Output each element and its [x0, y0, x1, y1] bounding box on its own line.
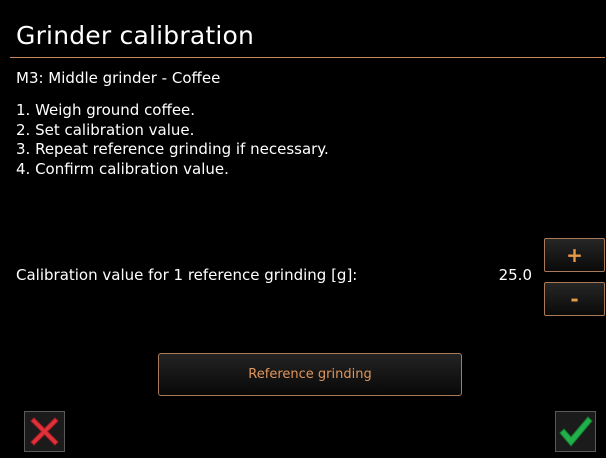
cancel-button[interactable]	[24, 411, 65, 452]
instruction-step-4: 4. Confirm calibration value.	[16, 159, 229, 178]
decrement-button[interactable]: -	[544, 282, 605, 316]
grinder-subtitle: M3: Middle grinder - Coffee	[16, 69, 221, 87]
calibration-label: Calibration value for 1 reference grindi…	[16, 266, 358, 284]
reference-grinding-button[interactable]: Reference grinding	[158, 353, 462, 396]
instruction-step-2: 2. Set calibration value.	[16, 120, 195, 139]
instruction-step-1: 1. Weigh ground coffee.	[16, 101, 196, 119]
page-title: Grinder calibration	[16, 21, 255, 50]
increment-button[interactable]: +	[544, 238, 605, 272]
confirm-button[interactable]	[555, 411, 596, 452]
close-icon	[25, 412, 64, 451]
title-divider	[10, 57, 605, 58]
instruction-step-3: 3. Repeat reference grinding if necessar…	[16, 140, 329, 158]
checkmark-icon	[556, 412, 595, 451]
calibration-value: 25.0	[498, 266, 532, 284]
instruction-list: 1. Weigh ground coffee. 2. Set calibrati…	[16, 101, 329, 179]
